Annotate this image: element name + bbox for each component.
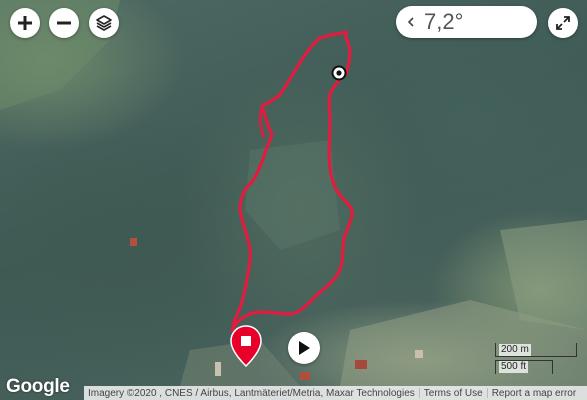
expand-arrows-icon	[556, 16, 570, 30]
attribution-bar: Imagery ©2020 , CNES / Airbus, Lantmäter…	[84, 386, 587, 400]
layers-button[interactable]	[89, 8, 119, 38]
google-logo: Google	[6, 376, 70, 397]
zoom-out-button[interactable]	[49, 8, 79, 38]
plus-icon	[18, 16, 32, 30]
imagery-credit: Imagery ©2020 , CNES / Airbus, Lantmäter…	[88, 387, 415, 399]
fullscreen-button[interactable]	[548, 8, 578, 38]
scale-label-metric: 200 m	[499, 344, 531, 356]
temperature-widget[interactable]: 7,2°	[396, 6, 537, 38]
terms-link[interactable]: Terms of Use	[420, 388, 487, 399]
zoom-in-button[interactable]	[10, 8, 40, 38]
end-marker[interactable]	[230, 325, 262, 372]
temperature-value: 7,2°	[424, 9, 464, 34]
minus-icon	[57, 21, 71, 25]
satellite-map[interactable]: 7,2° Google 200 m 500 ft Imagery ©2020 ,…	[0, 0, 587, 400]
report-error-link[interactable]: Report a map error	[488, 388, 580, 399]
chevron-left-icon[interactable]	[402, 16, 420, 28]
stop-square-icon	[230, 325, 262, 368]
layers-icon	[96, 15, 112, 31]
scale-bar: 200 m 500 ft	[495, 343, 577, 375]
play-route-button[interactable]	[288, 332, 320, 364]
scale-label-imperial: 500 ft	[499, 361, 529, 373]
play-icon	[299, 341, 310, 355]
